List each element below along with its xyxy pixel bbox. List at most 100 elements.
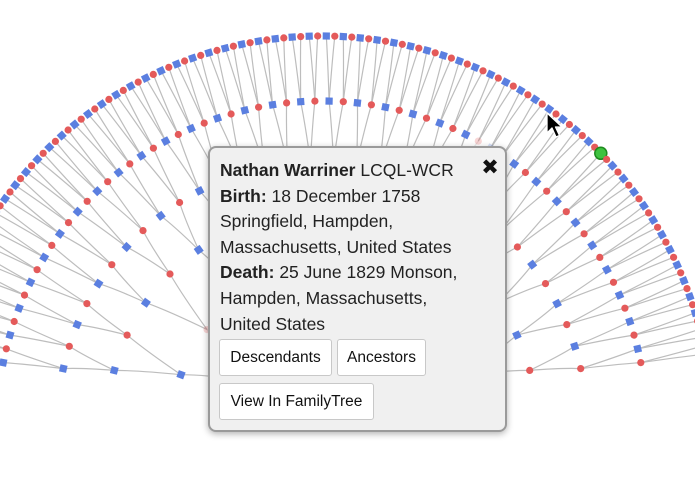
female-person-node[interactable] bbox=[621, 304, 629, 312]
female-person-node[interactable] bbox=[166, 270, 174, 278]
female-person-node[interactable] bbox=[431, 49, 439, 57]
male-person-node[interactable] bbox=[59, 364, 68, 373]
female-person-node[interactable] bbox=[654, 223, 662, 231]
female-person-node[interactable] bbox=[381, 37, 390, 45]
male-person-node[interactable] bbox=[176, 370, 186, 380]
female-person-node[interactable] bbox=[104, 178, 112, 186]
female-person-node[interactable] bbox=[635, 195, 643, 203]
female-person-node[interactable] bbox=[447, 54, 455, 62]
female-person-node[interactable] bbox=[509, 82, 517, 90]
male-person-node[interactable] bbox=[156, 66, 166, 76]
male-person-node[interactable] bbox=[672, 260, 682, 270]
female-person-node[interactable] bbox=[181, 57, 189, 65]
male-person-node[interactable] bbox=[570, 341, 580, 351]
female-person-node[interactable] bbox=[683, 285, 691, 293]
male-person-node[interactable] bbox=[408, 109, 418, 119]
female-person-node[interactable] bbox=[65, 342, 73, 350]
male-person-node[interactable] bbox=[356, 33, 365, 42]
female-person-node[interactable] bbox=[415, 44, 423, 52]
female-person-node[interactable] bbox=[10, 317, 18, 326]
female-person-node[interactable] bbox=[311, 97, 319, 105]
male-person-node[interactable] bbox=[268, 100, 277, 109]
male-person-node[interactable] bbox=[39, 252, 50, 263]
female-person-node[interactable] bbox=[630, 331, 638, 339]
male-person-node[interactable] bbox=[353, 98, 362, 107]
female-person-node[interactable] bbox=[119, 86, 127, 94]
female-person-node[interactable] bbox=[108, 261, 116, 269]
male-person-node[interactable] bbox=[435, 118, 445, 128]
female-person-node[interactable] bbox=[176, 198, 184, 207]
male-person-node[interactable] bbox=[633, 344, 643, 354]
female-person-node[interactable] bbox=[541, 280, 550, 288]
female-person-node[interactable] bbox=[51, 137, 60, 145]
male-person-node[interactable] bbox=[690, 308, 695, 318]
female-person-node[interactable] bbox=[39, 149, 47, 157]
female-person-node[interactable] bbox=[524, 91, 532, 99]
male-person-node[interactable] bbox=[271, 34, 280, 43]
male-person-node[interactable] bbox=[485, 69, 496, 80]
female-person-node[interactable] bbox=[637, 359, 645, 367]
female-person-node[interactable] bbox=[562, 208, 570, 216]
male-person-node[interactable] bbox=[0, 358, 8, 367]
female-person-node[interactable] bbox=[398, 40, 406, 48]
male-person-node[interactable] bbox=[111, 89, 122, 100]
male-person-node[interactable] bbox=[140, 73, 151, 83]
male-person-node[interactable] bbox=[454, 56, 465, 66]
female-person-node[interactable] bbox=[577, 365, 585, 373]
female-person-node[interactable] bbox=[578, 132, 586, 140]
female-person-node[interactable] bbox=[625, 181, 633, 189]
female-person-node[interactable] bbox=[670, 253, 678, 261]
female-person-node[interactable] bbox=[314, 32, 322, 40]
male-person-node[interactable] bbox=[500, 77, 511, 87]
male-person-node[interactable] bbox=[460, 129, 471, 140]
female-person-node[interactable] bbox=[48, 241, 56, 249]
female-person-node[interactable] bbox=[297, 33, 305, 41]
female-person-node[interactable] bbox=[200, 119, 208, 127]
male-person-node[interactable] bbox=[602, 264, 612, 275]
female-person-node[interactable] bbox=[16, 175, 25, 183]
female-person-node[interactable] bbox=[280, 34, 288, 42]
male-person-node[interactable] bbox=[125, 81, 136, 92]
female-person-node[interactable] bbox=[603, 155, 611, 163]
female-person-node[interactable] bbox=[255, 103, 263, 111]
female-person-node[interactable] bbox=[609, 278, 618, 286]
female-person-node[interactable] bbox=[64, 126, 72, 134]
female-person-node[interactable] bbox=[526, 366, 534, 374]
male-person-node[interactable] bbox=[188, 53, 198, 63]
female-person-node[interactable] bbox=[149, 144, 157, 152]
male-person-node[interactable] bbox=[438, 50, 448, 60]
male-person-node[interactable] bbox=[160, 136, 171, 146]
male-person-node[interactable] bbox=[5, 330, 15, 340]
male-person-node[interactable] bbox=[625, 316, 635, 327]
female-person-node[interactable] bbox=[689, 301, 695, 309]
female-person-node[interactable] bbox=[580, 230, 588, 238]
male-person-node[interactable] bbox=[322, 32, 330, 40]
male-person-node[interactable] bbox=[389, 38, 399, 47]
male-person-node[interactable] bbox=[648, 215, 659, 226]
male-person-node[interactable] bbox=[254, 37, 263, 46]
male-person-node[interactable] bbox=[373, 35, 382, 44]
female-person-node[interactable] bbox=[229, 42, 237, 50]
female-person-node[interactable] bbox=[449, 124, 457, 133]
female-person-node[interactable] bbox=[33, 266, 41, 274]
female-person-node[interactable] bbox=[123, 331, 131, 339]
female-person-node[interactable] bbox=[91, 105, 99, 113]
female-person-node[interactable] bbox=[543, 187, 551, 195]
male-person-node[interactable] bbox=[109, 365, 119, 375]
male-person-node[interactable] bbox=[470, 62, 480, 73]
close-icon[interactable]: ✖ bbox=[479, 156, 501, 180]
view-in-familytree-button[interactable]: View In FamilyTree bbox=[219, 383, 374, 420]
male-person-node[interactable] bbox=[406, 41, 415, 51]
female-person-node[interactable] bbox=[677, 269, 685, 277]
female-person-node[interactable] bbox=[134, 78, 142, 86]
female-person-node[interactable] bbox=[283, 99, 291, 107]
male-person-node[interactable] bbox=[325, 97, 333, 105]
female-person-node[interactable] bbox=[246, 39, 254, 47]
male-person-node[interactable] bbox=[204, 48, 214, 58]
female-person-node[interactable] bbox=[662, 238, 670, 246]
male-person-node[interactable] bbox=[186, 123, 196, 134]
male-person-node[interactable] bbox=[614, 290, 625, 300]
male-person-node[interactable] bbox=[656, 229, 667, 240]
male-person-node[interactable] bbox=[0, 193, 11, 204]
female-person-node[interactable] bbox=[165, 63, 173, 71]
